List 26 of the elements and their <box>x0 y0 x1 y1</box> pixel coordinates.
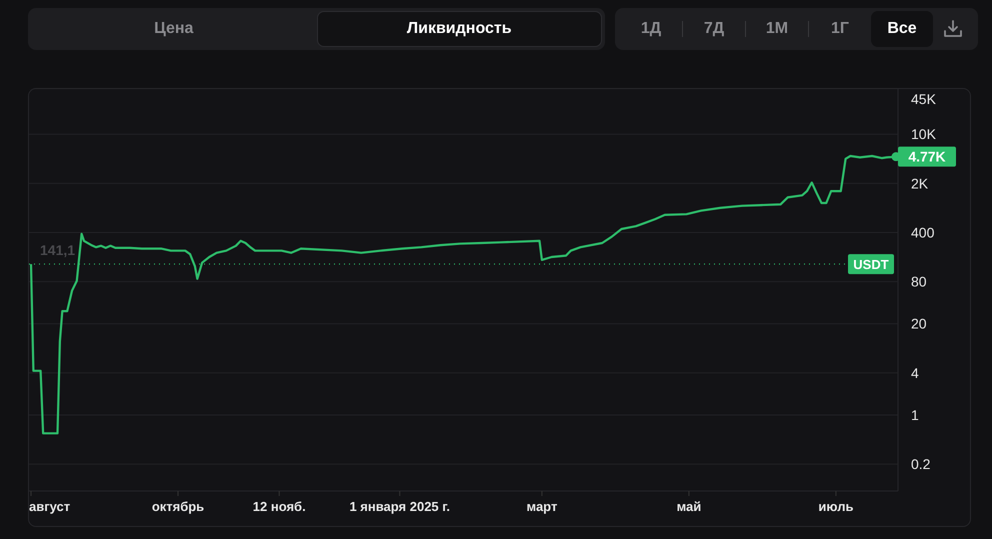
axis-label: 1 <box>911 407 919 423</box>
period-button[interactable]: 7Д <box>683 11 745 47</box>
axis-label: июль <box>818 499 854 514</box>
period-button[interactable]: Все <box>871 11 933 47</box>
tab[interactable]: Ликвидность <box>316 11 602 47</box>
download-icon <box>943 19 963 39</box>
reference-value: 141,1 <box>40 242 76 258</box>
currency-badge: USDT <box>848 254 894 274</box>
axis-label: 80 <box>911 274 927 290</box>
axis-label: август <box>29 499 70 514</box>
period-button[interactable]: 1Г <box>809 11 871 47</box>
axis-label: май <box>676 499 702 514</box>
period-button[interactable]: 1Д <box>620 11 682 47</box>
tab[interactable]: Цена <box>31 11 316 47</box>
axis-label: 12 нояб. <box>252 499 306 514</box>
axis-label: 1 января 2025 г. <box>349 499 450 514</box>
axis-label: 0.2 <box>911 456 930 472</box>
period-button[interactable]: 1М <box>746 11 808 47</box>
axis-label: 4 <box>911 364 919 381</box>
axis-label: март <box>526 499 558 514</box>
axis-label: 400 <box>911 224 934 240</box>
axis-label: 45K <box>911 91 936 107</box>
axis-label: 20 <box>911 316 927 332</box>
axis-label: октябрь <box>152 499 204 514</box>
axis-label: 2K <box>911 175 928 192</box>
axis-label: 10K <box>911 126 936 142</box>
